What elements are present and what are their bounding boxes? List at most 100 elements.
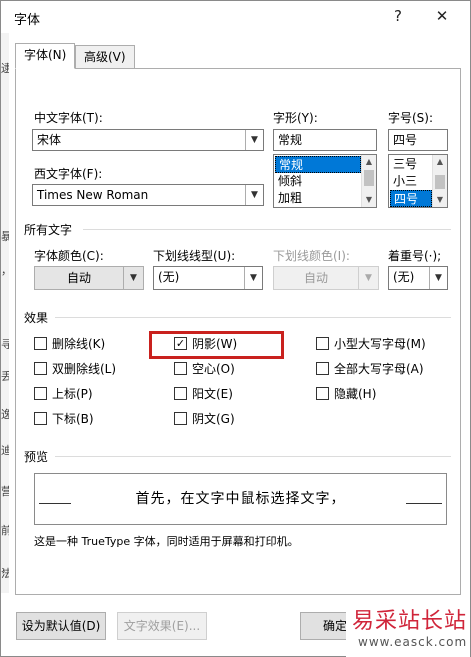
section-divider [83,229,451,230]
superscript-label: 上标(P) [52,387,93,401]
small-caps-checkbox[interactable]: 小型大写字母(M) [316,337,426,353]
dialog-title: 字体 [14,13,41,28]
scroll-down-icon[interactable]: ▼ [362,193,376,207]
strip-char: 迪 [1,444,9,457]
checkbox-box[interactable] [34,412,47,425]
chevron-down-icon[interactable]: ▼ [429,267,447,289]
all-text-section-label: 所有文字 [24,223,73,237]
title-bar: 字体 ? ✕ [1,1,470,33]
chevron-down-icon[interactable]: ▼ [358,267,378,289]
checkbox-box[interactable] [316,362,329,375]
tab-advanced[interactable]: 高级(V) [75,45,135,69]
chinese-font-label: 中文字体(T): [34,111,103,125]
superscript-checkbox[interactable]: 上标(P) [34,387,93,403]
font-style-list[interactable]: 常规 倾斜 加粗 ▲ ▼ [273,154,377,208]
font-size-option[interactable]: 小三 [390,173,432,190]
scroll-thumb[interactable] [364,170,374,186]
tab-font[interactable]: 字体(N) [15,43,76,69]
watermark-title: 易采站长站 [352,609,468,634]
underline-style-select[interactable]: (无) ▼ [153,266,263,290]
hidden-label: 隐藏(H) [334,387,377,401]
underline-color-label: 下划线颜色(I): [273,249,350,263]
help-button[interactable]: ? [383,3,413,29]
watermark-logo: 易采站长站 www.easck.com [346,597,470,657]
western-font-label: 西文字体(F): [34,167,103,181]
font-style-option-regular[interactable]: 常规 [275,156,361,173]
font-color-label: 字体颜色(C): [34,249,104,263]
emboss-checkbox[interactable]: 阳文(E) [174,387,233,403]
small-caps-label: 小型大写字母(M) [334,337,426,351]
emphasis-mark-label: 着重号(·); [388,249,442,263]
subscript-label: 下标(B) [52,412,94,426]
strip-char: 逮 [1,62,9,75]
preview-sample-text: 首先，在文字中鼠标选择文字， [135,491,346,507]
checkbox-box[interactable] [174,412,187,425]
emphasis-mark-select[interactable]: (无) ▼ [388,266,448,290]
watermark-url: www.easck.com [358,635,468,649]
strip-char: 逸 [1,408,9,421]
chevron-down-icon[interactable]: ▼ [245,130,263,150]
font-color-select[interactable]: 自动 ▼ [34,266,144,290]
font-size-option-selected[interactable]: 四号 [390,190,432,207]
close-button[interactable]: ✕ [427,3,457,29]
text-effects-button[interactable]: 文字效果(E)... [117,612,207,640]
outline-checkbox[interactable]: 空心(O) [174,362,235,378]
strip-char: 暴 [1,230,9,243]
checkbox-box[interactable] [34,362,47,375]
double-strikethrough-checkbox[interactable]: 双删除线(L) [34,362,116,378]
font-size-input[interactable]: 四号 [388,129,448,151]
chinese-font-select[interactable]: 宋体 ▼ [32,129,264,151]
set-default-button[interactable]: 设为默认值(D) [16,612,106,640]
scroll-up-icon[interactable]: ▲ [362,155,376,169]
checkbox-box[interactable] [34,387,47,400]
underline-color-value: 自动 [303,271,328,285]
font-style-input[interactable]: 常规 [273,129,377,151]
checkbox-box[interactable] [174,387,187,400]
subscript-checkbox[interactable]: 下标(B) [34,412,94,428]
chevron-down-icon[interactable]: ▼ [244,267,262,289]
font-size-scrollbar[interactable]: ▲ ▼ [432,155,447,207]
checkbox-box[interactable] [316,387,329,400]
checkbox-box[interactable] [316,337,329,350]
underline-color-select[interactable]: 自动 ▼ [273,266,379,290]
font-size-label: 字号(S): [388,111,434,125]
font-style-value: 常规 [278,133,303,147]
strikethrough-checkbox[interactable]: 删除线(K) [34,337,105,353]
strip-char: 丢 [1,370,9,383]
strip-char: 寻 [1,338,9,351]
hidden-checkbox[interactable]: 隐藏(H) [316,387,376,403]
font-size-option[interactable]: 三号 [390,156,432,173]
scroll-down-icon[interactable]: ▼ [433,193,447,207]
strip-char: 营 [1,485,9,498]
chinese-font-value: 宋体 [37,133,62,147]
scroll-thumb[interactable] [435,175,445,189]
engrave-checkbox[interactable]: 阴文(G) [174,412,235,428]
chevron-down-icon[interactable]: ▼ [123,267,143,289]
scroll-up-icon[interactable]: ▲ [433,155,447,169]
all-caps-label: 全部大写字母(A) [334,362,424,376]
strip-char: 法 [1,567,9,580]
double-strikethrough-label: 双删除线(L) [52,362,117,376]
preview-box: 首先，在文字中鼠标选择文字， [34,473,447,525]
engrave-label: 阴文(G) [192,412,235,426]
underline-style-label: 下划线线型(U): [153,249,236,263]
font-size-list[interactable]: 三号 小三 四号 ▲ ▼ [388,154,448,208]
section-divider [55,317,451,318]
western-font-select[interactable]: Times New Roman ▼ [32,184,264,206]
font-style-scrollbar[interactable]: ▲ ▼ [361,155,376,207]
strip-char: 前 [1,524,9,537]
background-document-strip: 逮 暴 ， 寻 丢 逸 迪 营 前 ， 法 [1,33,9,593]
emphasis-mark-value: (无) [393,270,415,284]
chevron-down-icon[interactable]: ▼ [245,185,263,205]
font-style-option-bold[interactable]: 加粗 [275,190,361,207]
strip-char: ， [1,265,9,276]
checkbox-box[interactable] [34,337,47,350]
effects-section-label: 效果 [24,311,49,325]
emboss-label: 阳文(E) [192,387,233,401]
checkbox-box[interactable] [174,362,187,375]
font-style-option-italic[interactable]: 倾斜 [275,173,361,190]
font-style-label: 字形(Y): [273,111,318,125]
strikethrough-label: 删除线(K) [52,337,106,351]
font-size-value: 四号 [393,133,418,147]
all-caps-checkbox[interactable]: 全部大写字母(A) [316,362,424,378]
